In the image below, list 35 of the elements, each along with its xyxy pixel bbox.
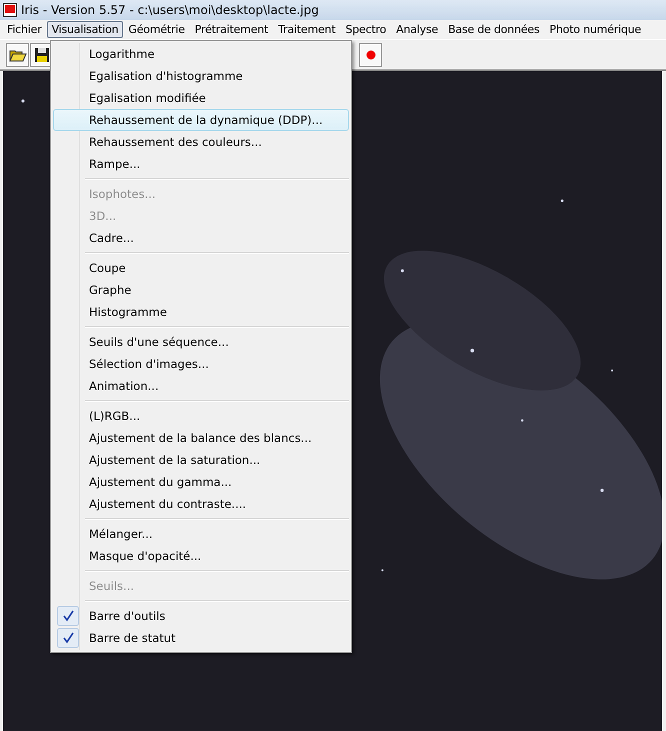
menu-item[interactable]: Ajustement du contraste.... <box>53 493 349 516</box>
menu-item[interactable]: Analyse <box>391 21 444 38</box>
menu-item[interactable]: Barre d'outils <box>53 605 349 628</box>
menu-item[interactable]: Visualisation <box>46 21 124 38</box>
menu-item[interactable]: Masque d'opacité... <box>53 545 349 568</box>
menu-item[interactable]: Egalisation d'histogramme <box>53 65 349 88</box>
menu-item[interactable]: Ajustement du gamma... <box>53 471 349 494</box>
menu-item[interactable]: Base de données <box>443 21 545 38</box>
menu-item[interactable]: Histogramme <box>53 301 349 324</box>
menu-item[interactable]: Fichier <box>2 21 47 38</box>
menu-item[interactable]: Rehaussement de la dynamique (DDP)... <box>53 109 349 132</box>
menu-item[interactable]: Mélanger... <box>53 523 349 546</box>
menu-item[interactable]: Ajustement de la balance des blancs... <box>53 427 349 450</box>
menu-item[interactable]: Prétraitement <box>190 21 274 38</box>
window-title: Iris - Version 5.57 - c:\users\moi\desktop\lacte.jpg <box>21 2 319 17</box>
menu-item[interactable]: Traitement <box>273 21 340 38</box>
menu-item[interactable]: Cadre... <box>53 227 349 250</box>
menu-item[interactable]: Seuils d'une séquence... <box>53 331 349 354</box>
app-icon <box>3 2 17 17</box>
menu-item[interactable]: Ajustement de la saturation... <box>53 449 349 472</box>
open-folder-icon[interactable] <box>6 42 29 67</box>
menu-item[interactable]: Rampe... <box>53 153 349 176</box>
menu-item[interactable]: Barre de statut <box>53 627 349 650</box>
menu-item[interactable]: Egalisation modifiée <box>53 87 349 110</box>
menu-item[interactable]: Photo numérique <box>544 21 646 38</box>
menu-item[interactable]: Géométrie <box>123 21 190 38</box>
menu-item[interactable]: Animation... <box>53 375 349 398</box>
menu-item[interactable]: Logarithme <box>53 43 349 66</box>
menu-item[interactable]: Graphe <box>53 279 349 302</box>
menu-item[interactable]: Rehaussement des couleurs... <box>53 131 349 154</box>
record-icon[interactable] <box>359 42 382 67</box>
menu-item[interactable]: Spectro <box>340 21 392 38</box>
menu-item[interactable]: Coupe <box>53 257 349 280</box>
menu-item[interactable]: Sélection d'images... <box>53 353 349 376</box>
menu-item[interactable]: (L)RGB... <box>53 405 349 428</box>
